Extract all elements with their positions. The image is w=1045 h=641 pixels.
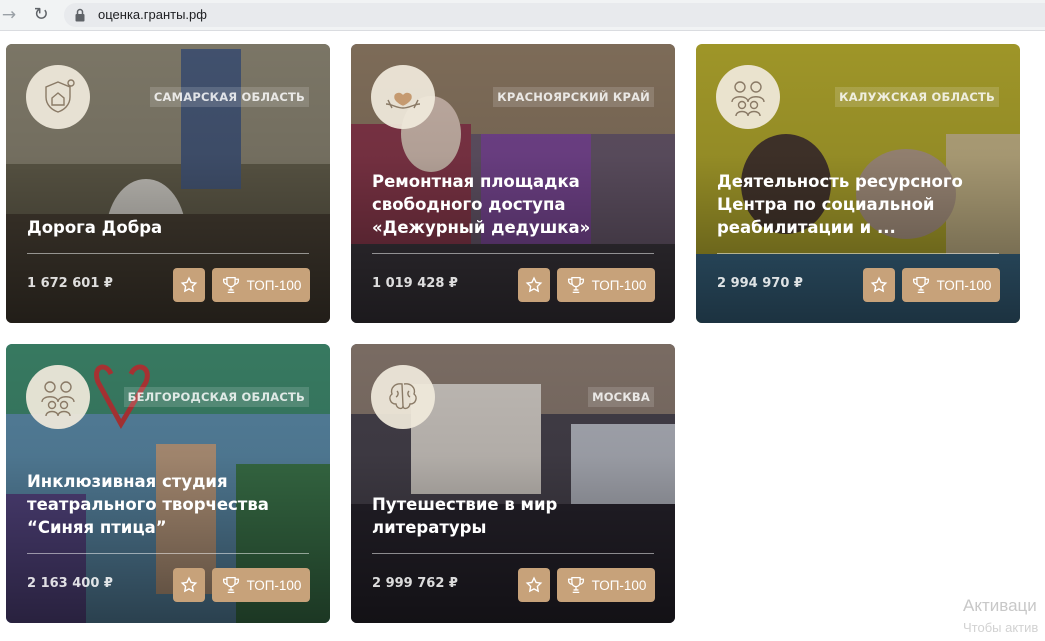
region-label: МОСКВА (588, 387, 654, 407)
grant-amount: 2 999 762 ₽ (372, 576, 458, 591)
favorite-button[interactable] (518, 568, 550, 602)
family-icon (41, 381, 75, 417)
project-title[interactable]: Ремонтная площадка свободного доступа «Д… (372, 170, 657, 239)
divider (717, 253, 999, 254)
trophy-icon (222, 276, 239, 294)
activation-watermark-title: Активаци (963, 596, 1037, 615)
star-icon (525, 276, 543, 293)
top100-label: ТОП-100 (591, 277, 647, 293)
top100-button[interactable]: ТОП-100 (212, 268, 310, 302)
category-badge (26, 65, 90, 129)
reload-icon[interactable]: ↻ (30, 4, 52, 26)
project-title[interactable]: Путешествие в мир литературы (372, 493, 657, 539)
divider (372, 253, 654, 254)
region-label: САМАРСКАЯ ОБЛАСТЬ (149, 87, 309, 107)
grant-amount: 2 994 970 ₽ (717, 276, 803, 291)
trophy-icon (912, 276, 929, 294)
star-icon (870, 276, 888, 293)
top100-label: ТОП-100 (246, 577, 302, 593)
activation-watermark-subtitle: Чтобы актив (963, 620, 1039, 635)
favorite-button[interactable] (863, 268, 895, 302)
project-card[interactable]: КАЛУЖСКАЯ ОБЛАСТЬ Деятельность ресурсног… (696, 44, 1020, 323)
favorite-button[interactable] (173, 268, 205, 302)
region-label: БЕЛГОРОДСКАЯ ОБЛАСТЬ (123, 387, 309, 407)
url-text: оценка.гранты.рф (98, 7, 207, 22)
top100-button[interactable]: ТОП-100 (902, 268, 1000, 302)
category-badge (371, 65, 435, 129)
trophy-icon (222, 576, 239, 594)
top100-button[interactable]: ТОП-100 (557, 568, 655, 602)
family-icon (731, 81, 765, 117)
favorite-button[interactable] (518, 268, 550, 302)
grant-amount: 1 019 428 ₽ (372, 276, 458, 291)
category-badge (371, 365, 435, 429)
category-badge (716, 65, 780, 129)
star-icon (525, 576, 543, 593)
divider (372, 553, 654, 554)
project-title[interactable]: Инклюзивная студия театрального творчест… (27, 470, 312, 539)
project-card[interactable]: КРАСНОЯРСКИЙ КРАЙ Ремонтная площадка сво… (351, 44, 675, 323)
star-icon (180, 576, 198, 593)
project-card[interactable]: САМАРСКАЯ ОБЛАСТЬ Дорога Добра 1 672 601… (6, 44, 330, 323)
top100-button[interactable]: ТОП-100 (557, 268, 655, 302)
grant-amount: 2 163 400 ₽ (27, 576, 113, 591)
lock-icon (75, 8, 85, 22)
divider (27, 253, 309, 254)
grant-amount: 1 672 601 ₽ (27, 276, 113, 291)
favorite-button[interactable] (173, 568, 205, 602)
trophy-icon (567, 576, 584, 594)
region-label: КАЛУЖСКАЯ ОБЛАСТЬ (835, 87, 999, 107)
star-icon (180, 276, 198, 293)
divider (27, 553, 309, 554)
top100-label: ТОП-100 (936, 277, 992, 293)
category-badge (26, 365, 90, 429)
brain-icon (389, 383, 417, 410)
trophy-icon (567, 276, 584, 294)
top100-label: ТОП-100 (591, 577, 647, 593)
shield-house-icon (45, 79, 75, 113)
project-card[interactable]: МОСКВА Путешествие в мир литературы 2 99… (351, 344, 675, 623)
hands-heart-icon (385, 92, 421, 109)
region-label: КРАСНОЯРСКИЙ КРАЙ (493, 87, 654, 107)
back-arrow-icon[interactable]: → (0, 4, 20, 26)
top100-button[interactable]: ТОП-100 (212, 568, 310, 602)
project-title[interactable]: Деятельность ресурсного Центра по социал… (717, 170, 1002, 239)
address-bar[interactable]: оценка.гранты.рф (64, 3, 1045, 27)
browser-toolbar: → ↻ оценка.гранты.рф (0, 0, 1045, 31)
project-title[interactable]: Дорога Добра (27, 216, 312, 239)
project-card[interactable]: БЕЛГОРОДСКАЯ ОБЛАСТЬ Инклюзивная студия … (6, 344, 330, 623)
top100-label: ТОП-100 (246, 277, 302, 293)
